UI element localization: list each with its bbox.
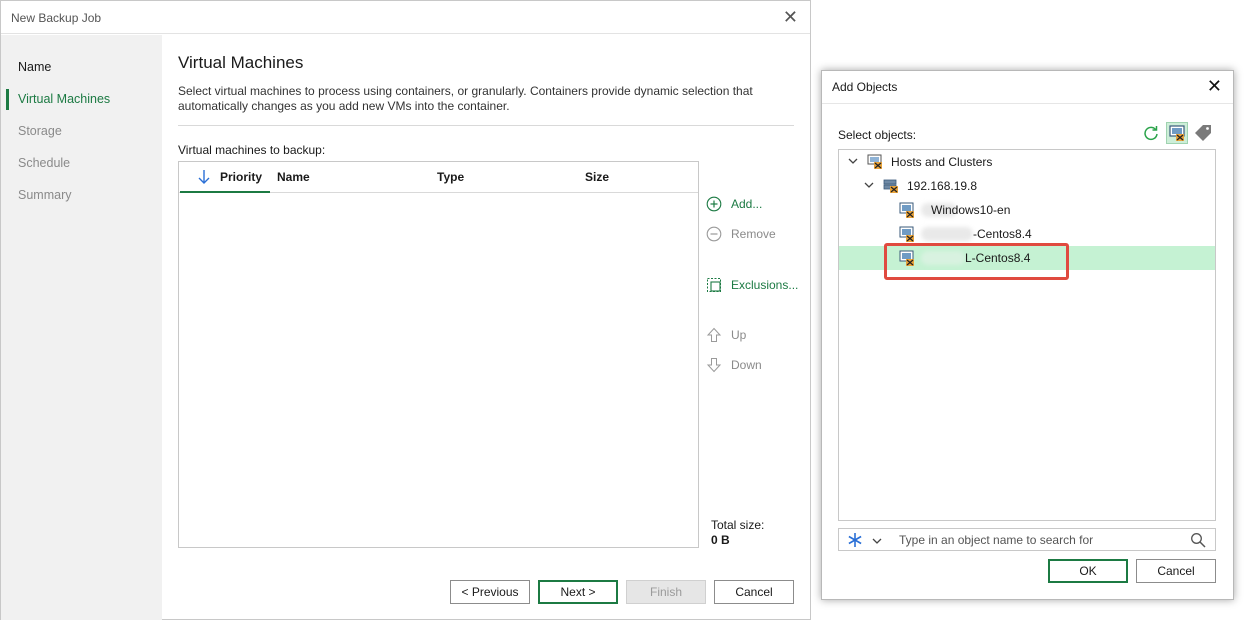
step-storage: Storage — [18, 124, 62, 138]
arrow-up-icon — [706, 327, 722, 342]
previous-button[interactable]: < Previous — [450, 580, 530, 604]
dialog-divider — [822, 103, 1233, 104]
sort-column-indicator — [180, 191, 270, 193]
hosts-and-clusters-icon — [867, 154, 882, 169]
chevron-down-icon[interactable] — [863, 179, 875, 191]
cancel-button[interactable]: Cancel — [714, 580, 794, 604]
down-button-label: Down — [731, 358, 762, 372]
column-priority[interactable]: Priority — [220, 170, 262, 184]
tree-node-label: 192.168.19.8 — [907, 179, 978, 193]
total-size-value: 0 B — [711, 533, 730, 547]
sort-descending-icon — [198, 170, 210, 184]
asterisk-filter-icon[interactable] — [847, 532, 863, 548]
finish-button: Finish — [626, 580, 706, 604]
active-step-indicator — [6, 89, 9, 110]
arrow-down-icon — [706, 358, 722, 373]
tree-node-host[interactable]: 192.168.19.8 — [839, 174, 1215, 198]
virtual-machine-icon — [899, 226, 914, 242]
page-title: Virtual Machines — [178, 53, 304, 72]
window-titlebar: New Backup Job ✕ — [1, 1, 810, 34]
search-input[interactable] — [899, 531, 1179, 548]
tree-node-label: Windows10-en — [931, 203, 1011, 217]
window-title: New Backup Job — [11, 11, 102, 25]
close-icon[interactable]: ✕ — [1207, 76, 1222, 96]
exclusions-icon — [707, 278, 721, 292]
highlight-annotation-box — [884, 243, 1069, 280]
column-name[interactable]: Name — [277, 170, 310, 184]
vm-view-icon — [1169, 125, 1185, 141]
ok-button[interactable]: OK — [1048, 559, 1128, 583]
hosts-and-clusters-view-button[interactable] — [1166, 122, 1188, 144]
add-objects-dialog: Add Objects ✕ Select objects: Hosts and … — [821, 70, 1234, 600]
step-summary: Summary — [18, 188, 72, 202]
up-button-label: Up — [731, 328, 747, 342]
divider — [178, 125, 794, 126]
total-size-label: Total size: — [711, 518, 765, 532]
chevron-down-icon[interactable] — [871, 535, 883, 547]
select-objects-label: Select objects: — [838, 128, 917, 142]
chevron-down-icon[interactable] — [847, 155, 859, 167]
close-icon[interactable]: ✕ — [783, 7, 798, 27]
wizard-steps-panel: Name Virtual Machines Storage Schedule S… — [1, 35, 162, 620]
tags-view-button[interactable] — [1192, 122, 1214, 144]
objects-tree[interactable]: Hosts and Clusters 192.168.19.8 Windows1… — [838, 149, 1216, 521]
tree-node-vm[interactable]: Windows10-en — [839, 198, 1215, 222]
vm-list-label: Virtual machines to backup: — [178, 143, 326, 157]
remove-circle-icon — [706, 226, 722, 242]
step-name[interactable]: Name — [18, 58, 51, 76]
step-virtual-machines[interactable]: Virtual Machines — [18, 90, 110, 108]
redacted-text — [921, 227, 973, 241]
next-button[interactable]: Next > — [538, 580, 618, 604]
new-backup-job-window: New Backup Job ✕ Name Virtual Machines S… — [0, 0, 811, 620]
exclusions-button-label: Exclusions... — [731, 278, 799, 292]
add-circle-icon — [706, 196, 722, 212]
column-type[interactable]: Type — [437, 170, 464, 184]
column-size[interactable]: Size — [585, 170, 609, 184]
total-size: Total size: 0 B — [711, 518, 764, 548]
add-button-label: Add... — [731, 197, 763, 211]
object-search-box[interactable] — [838, 528, 1216, 551]
refresh-button[interactable] — [1140, 122, 1162, 144]
host-server-icon — [883, 179, 898, 193]
vm-table[interactable]: Priority Name Type Size — [178, 161, 699, 548]
step-schedule: Schedule — [18, 156, 71, 170]
remove-button-label: Remove — [731, 227, 776, 241]
tree-node-hosts-and-clusters[interactable]: Hosts and Clusters — [839, 150, 1215, 174]
tree-node-label: Hosts and Clusters — [891, 155, 993, 169]
dialog-cancel-button[interactable]: Cancel — [1136, 559, 1216, 583]
search-icon[interactable] — [1190, 532, 1206, 548]
tree-node-label: -Centos8.4 — [973, 227, 1032, 241]
table-header: Priority Name Type Size — [179, 162, 698, 193]
refresh-icon — [1144, 126, 1158, 141]
dialog-title: Add Objects — [832, 80, 898, 94]
tag-icon — [1195, 125, 1211, 141]
page-description: Select virtual machines to process using… — [178, 84, 753, 113]
virtual-machine-icon — [899, 202, 914, 218]
